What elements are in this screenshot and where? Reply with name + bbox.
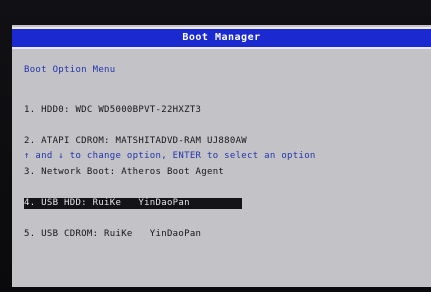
boot-option-hdd0[interactable]: 1. HDD0: WDC WD5000BPVT-22HXZT3 [24,105,251,116]
boot-option-usb-cdrom[interactable]: 5. USB CDROM: RuiKe YinDaoPan [24,229,251,240]
boot-option-list: 1. HDD0: WDC WD5000BPVT-22HXZT3 2. ATAPI… [24,85,251,260]
boot-option-atapi-cdrom[interactable]: 2. ATAPI CDROM: MATSHITADVD-RAM UJ880AW [24,136,251,147]
title-bar: Boot Manager [12,27,431,49]
window-title: Boot Manager [182,32,261,43]
monitor-bezel: Boot Manager Boot Option Menu 1. HDD0: W… [0,0,431,292]
boot-option-menu-heading: Boot Option Menu [24,65,116,75]
navigation-help-text: ↑ and ↓ to change option, ENTER to selec… [24,151,316,161]
boot-option-usb-hdd[interactable]: 4. USB HDD: RuiKe YinDaoPan [24,198,242,209]
bios-screen: Boot Manager Boot Option Menu 1. HDD0: W… [12,25,431,287]
boot-option-network-boot[interactable]: 3. Network Boot: Atheros Boot Agent [24,167,251,178]
